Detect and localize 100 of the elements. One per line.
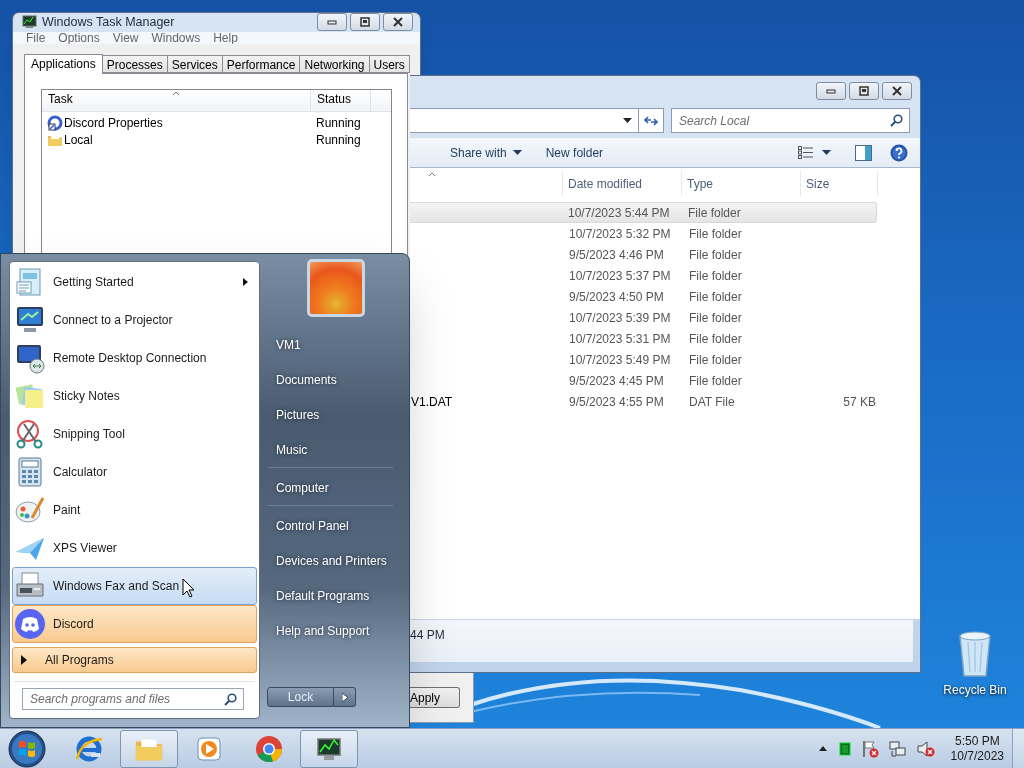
program-item[interactable]: Paint [12, 491, 257, 529]
table-cell-text: File folder [688, 267, 743, 285]
caret-down-icon [623, 118, 632, 123]
column-header[interactable]: Date modified [568, 174, 643, 193]
desktop-icon-label[interactable]: Recycle Bin [943, 681, 1007, 699]
clock[interactable]: 5:50 PM 10/7/2023 [950, 733, 1004, 764]
table-cell-text: File folder [688, 225, 743, 243]
file-row[interactable]: 10/7/2023 5:39 PM File folder [410, 307, 877, 328]
tab[interactable]: Networking [300, 54, 370, 73]
recycle-bin-icon [956, 628, 994, 678]
address-field[interactable] [410, 108, 664, 133]
monitor-connection-icon [14, 342, 46, 374]
tab[interactable]: Applications [24, 53, 103, 74]
all-programs-item[interactable]: All Programs [12, 647, 257, 673]
program-item[interactable]: Connect to a Projector [12, 301, 257, 339]
file-row[interactable]: V1.DAT 9/5/2023 4:55 PM DAT File 57 KB [410, 391, 877, 412]
maximize-button[interactable] [849, 82, 879, 100]
caret-up-icon [818, 746, 827, 751]
file-row[interactable]: 9/5/2023 4:45 PM File folder [410, 370, 877, 391]
search-field[interactable]: Search Local [671, 108, 910, 133]
file-row[interactable]: 10/7/2023 5:32 PM File folder [410, 223, 877, 244]
column-header[interactable]: Size [806, 174, 830, 193]
column-header[interactable]: Status [317, 89, 352, 108]
caret-down-icon [822, 150, 831, 155]
menu-item[interactable]: Devices and Printers [262, 543, 399, 578]
table-cell-text: Running [315, 115, 361, 133]
close-button[interactable] [383, 13, 413, 32]
refresh-icon [644, 114, 658, 127]
search-icon [890, 114, 903, 127]
table-cell-text: Running [315, 132, 361, 150]
close-button[interactable] [882, 82, 912, 100]
maximize-button[interactable] [350, 13, 380, 32]
file-row[interactable]: 9/5/2023 4:50 PM File folder [410, 286, 877, 307]
search-icon [224, 693, 237, 706]
table-cell-text: File folder [688, 309, 743, 327]
toolbar-button[interactable]: New folder [533, 141, 616, 164]
file-row[interactable]: 10/7/2023 5:37 PM File folder [410, 265, 877, 286]
menu-item[interactable]: Windows [151, 31, 201, 44]
maximize-icon [857, 85, 871, 97]
window-title: Windows Task Manager [42, 14, 176, 31]
menu-item[interactable]: Options [58, 31, 100, 44]
menu-item[interactable]: Default Programs [262, 578, 399, 613]
tab[interactable]: Users [369, 54, 410, 73]
mouse-pointer-icon [182, 578, 195, 598]
program-item[interactable]: Remote Desktop Connection [12, 339, 257, 377]
program-item[interactable]: Sticky Notes [12, 377, 257, 415]
file-row[interactable]: 10/7/2023 5:44 PM File folder [410, 202, 877, 223]
menu-item[interactable]: Pictures [262, 397, 399, 432]
table-cell-text: File folder [688, 351, 743, 369]
program-item[interactable]: Getting Started [12, 263, 257, 301]
close-icon [391, 16, 405, 29]
tricolor-circle-icon [254, 733, 284, 764]
menu-item[interactable]: Help [213, 31, 238, 44]
help-button[interactable] [888, 143, 910, 162]
table-cell-text: 10/7/2023 5:31 PM [568, 330, 672, 348]
network-icon [888, 739, 907, 758]
menu-item[interactable]: VM1 [262, 327, 399, 362]
tab[interactable]: Performance [222, 54, 301, 73]
ring-icon [47, 115, 63, 132]
column-header[interactable]: Type [687, 174, 713, 193]
table-cell-text: 9/5/2023 4:46 PM [568, 246, 665, 264]
menu-item[interactable]: Help and Support [262, 613, 399, 648]
controller-face-icon [14, 608, 46, 640]
toolbar-button[interactable]: Share with [438, 141, 534, 164]
file-row[interactable]: 10/7/2023 5:31 PM File folder [410, 328, 877, 349]
start-button[interactable] [7, 728, 47, 768]
program-item[interactable]: Calculator [12, 453, 257, 491]
preview-pane-button[interactable] [853, 144, 874, 161]
table-cell-text: File folder [688, 330, 743, 348]
menu-item[interactable]: View [112, 31, 139, 44]
table-cell-text: Local [64, 132, 93, 150]
pane-icon [855, 144, 872, 161]
table-cell-text: 9/5/2023 4:50 PM [568, 288, 665, 306]
menu-item[interactable]: Control Panel [262, 508, 399, 543]
file-row[interactable]: 9/5/2023 4:46 PM File folder [410, 244, 877, 265]
list-view-icon [798, 146, 813, 159]
close-icon [890, 85, 904, 97]
triangle-icon [21, 655, 27, 665]
start-orb-icon [8, 729, 46, 768]
tab[interactable]: Services [167, 54, 223, 73]
table-cell-text: 10/7/2023 5:44 PM [567, 204, 671, 222]
program-item[interactable]: Discord [12, 605, 257, 643]
file-row[interactable]: 10/7/2023 5:49 PM File folder [410, 349, 877, 370]
tab[interactable]: Processes [102, 54, 168, 73]
menu-item[interactable]: Music [262, 432, 399, 467]
menu-item[interactable]: Computer [262, 470, 399, 505]
taskbar-button[interactable] [300, 729, 358, 768]
help-icon [890, 143, 908, 162]
monitor-graph-icon [21, 15, 37, 30]
menu-item[interactable]: File [26, 31, 46, 44]
power-options-button[interactable] [334, 687, 356, 707]
menu-item[interactable]: Documents [262, 362, 399, 397]
table-cell-text: File folder [688, 288, 743, 306]
program-item[interactable]: Windows Fax and Scan [12, 567, 257, 605]
program-item[interactable]: Snipping Tool [12, 415, 257, 453]
search-field[interactable]: Search programs and files [22, 688, 244, 710]
apply-button[interactable]: Apply [410, 687, 460, 708]
program-item[interactable]: XPS Viewer [12, 529, 257, 567]
table-cell-text: 10/7/2023 5:32 PM [568, 225, 672, 243]
column-header[interactable]: Task [48, 89, 73, 108]
